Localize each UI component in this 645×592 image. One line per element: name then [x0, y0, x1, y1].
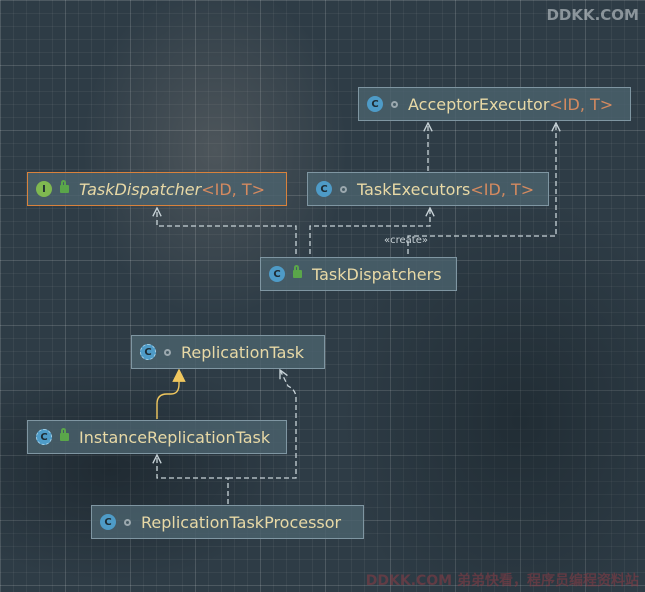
package-private-icon: [340, 185, 347, 193]
node-name: TaskDispatchers: [312, 264, 442, 284]
public-lock-icon: [60, 428, 69, 441]
node-replication-task-processor[interactable]: C ReplicationTaskProcessor: [91, 505, 364, 539]
type-params: <ID, T>: [549, 94, 614, 114]
class-icon: C: [316, 181, 332, 197]
create-stereotype-label: «create»: [384, 235, 428, 246]
package-private-icon: [391, 100, 398, 108]
class-icon: C: [367, 96, 383, 112]
public-lock-icon: [293, 265, 302, 278]
node-name: ReplicationTask: [181, 342, 305, 362]
class-icon: C: [269, 266, 285, 282]
node-task-dispatcher[interactable]: I TaskDispatcher <ID, T>: [27, 172, 287, 206]
node-name: TaskExecutors: [357, 179, 471, 199]
package-private-icon: [164, 348, 171, 356]
public-lock-icon: [60, 180, 69, 193]
node-replication-task[interactable]: C ReplicationTask: [131, 335, 325, 369]
edge-taskdispatchers-to-taskdispatcher: [157, 208, 297, 254]
class-icon: C: [100, 514, 116, 530]
node-name: ReplicationTaskProcessor: [141, 512, 342, 532]
edge-replicationtaskprocessor-to-instancereplicationtask: [157, 455, 229, 504]
diagram-canvas: «create» C AcceptorExecutor <ID, T> I Tas…: [0, 0, 645, 592]
type-params: <ID, T>: [201, 179, 265, 199]
node-name: AcceptorExecutor: [408, 94, 550, 114]
edge-instancereplicationtask-extends-replicationtask: [156, 370, 179, 419]
type-params: <ID, T>: [470, 179, 535, 199]
node-task-dispatchers[interactable]: C TaskDispatchers: [260, 257, 457, 291]
interface-icon: I: [36, 181, 52, 197]
watermark-top: DDKK.COM: [546, 6, 639, 24]
edge-taskdispatchers-to-taskexecutors: [309, 208, 430, 254]
node-name: InstanceReplicationTask: [79, 427, 271, 447]
abstract-class-icon: C: [36, 429, 52, 445]
package-private-icon: [124, 518, 131, 526]
watermark-bottom: DDKK.COM 弟弟快看，程序员编程资料站: [365, 573, 639, 589]
node-acceptor-executor[interactable]: C AcceptorExecutor <ID, T>: [358, 87, 631, 121]
node-instance-replication-task[interactable]: C InstanceReplicationTask: [27, 420, 287, 454]
node-task-executors[interactable]: C TaskExecutors <ID, T>: [307, 172, 549, 206]
node-name: TaskDispatcher: [79, 179, 202, 199]
abstract-class-icon: C: [140, 344, 156, 360]
